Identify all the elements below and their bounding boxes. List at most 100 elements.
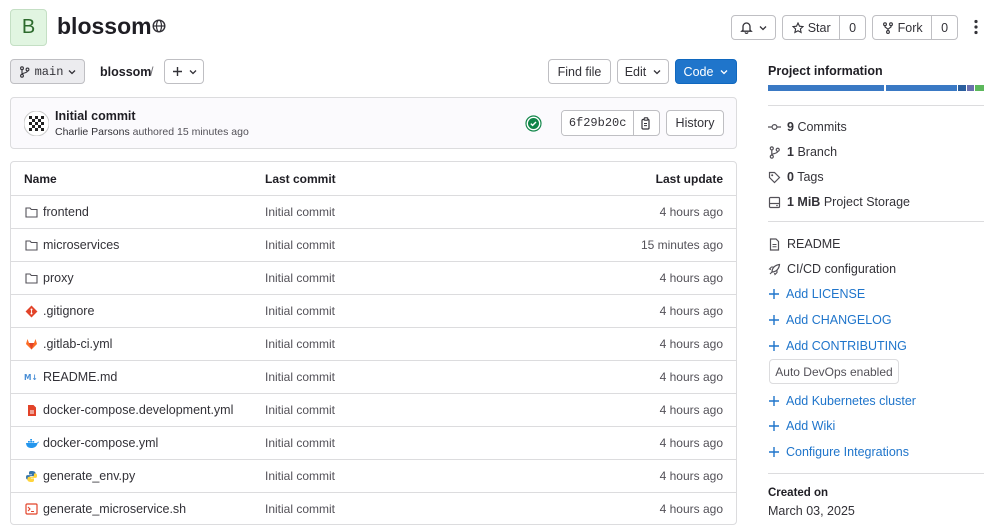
- file-last-commit[interactable]: Initial commit: [265, 436, 335, 450]
- edit-label: Edit: [624, 64, 647, 79]
- repository-languages-bar[interactable]: [768, 85, 984, 91]
- file-last-commit[interactable]: Initial commit: [265, 469, 335, 483]
- project-title[interactable]: blossom: [57, 13, 152, 40]
- star-button[interactable]: Star: [783, 16, 839, 39]
- chevron-down-icon: [68, 69, 76, 74]
- file-name[interactable]: .gitlab-ci.yml: [43, 337, 112, 351]
- more-actions-icon[interactable]: [973, 19, 979, 35]
- table-row[interactable]: generate_env.py Initial commit 4 hours ago: [11, 459, 736, 492]
- file-name-cell[interactable]: .gitlab-ci.yml: [24, 337, 112, 351]
- add-license-link[interactable]: Add LICENSE: [768, 287, 865, 301]
- add-contributing-link[interactable]: Add CONTRIBUTING: [768, 339, 907, 353]
- code-dropdown[interactable]: Code: [675, 59, 737, 84]
- storage-link[interactable]: 1 MiB Project Storage: [768, 195, 910, 209]
- add-changelog-link[interactable]: Add CHANGELOG: [768, 313, 892, 327]
- commit-author[interactable]: Charlie Parsons: [55, 126, 130, 138]
- file-name[interactable]: microservices: [43, 238, 119, 252]
- commit-icon: [768, 123, 781, 131]
- file-name-cell[interactable]: generate_env.py: [24, 469, 135, 483]
- readme-link[interactable]: README: [768, 237, 840, 251]
- folder-icon: [24, 239, 39, 251]
- file-last-update: 4 hours ago: [659, 337, 723, 351]
- file-last-commit[interactable]: Initial commit: [265, 403, 335, 417]
- file-last-commit[interactable]: Initial commit: [265, 238, 335, 252]
- add-wiki-link[interactable]: Add Wiki: [768, 419, 835, 433]
- branches-link[interactable]: 1 Branch: [768, 145, 837, 159]
- file-name[interactable]: proxy: [43, 271, 74, 285]
- file-name[interactable]: docker-compose.development.yml: [43, 403, 233, 417]
- file-last-commit[interactable]: Initial commit: [265, 205, 335, 219]
- copy-sha-button[interactable]: [633, 111, 659, 135]
- add-kubernetes-link[interactable]: Add Kubernetes cluster: [768, 394, 916, 408]
- edit-dropdown[interactable]: Edit: [617, 59, 669, 84]
- tags-label: Tags: [797, 170, 824, 184]
- chevron-down-icon: [189, 69, 196, 74]
- divider: [768, 473, 984, 474]
- project-avatar[interactable]: B: [10, 9, 47, 46]
- notification-button[interactable]: [731, 15, 776, 40]
- tags-link[interactable]: 0 Tags: [768, 170, 824, 184]
- table-row[interactable]: M↓ README.md Initial commit 4 hours ago: [11, 360, 736, 393]
- auto-devops-button[interactable]: Auto DevOps enabled: [769, 359, 899, 384]
- file-name-cell[interactable]: microservices: [24, 238, 119, 252]
- file-name-cell[interactable]: generate_microservice.sh: [24, 502, 186, 516]
- file-name-cell[interactable]: frontend: [24, 205, 89, 219]
- add-changelog-label: Add CHANGELOG: [786, 313, 892, 327]
- file-red-icon: [24, 404, 39, 417]
- add-file-dropdown[interactable]: [164, 59, 204, 84]
- file-name-cell[interactable]: docker-compose.yml: [24, 436, 158, 450]
- plus-icon: [769, 421, 779, 431]
- file-tree-table: Name Last commit Last update frontend Ini…: [10, 161, 737, 525]
- author-avatar[interactable]: [24, 111, 49, 136]
- commits-link[interactable]: 9 Commits: [768, 120, 847, 134]
- fork-button[interactable]: Fork: [873, 16, 931, 39]
- file-name[interactable]: .gitignore: [43, 304, 94, 318]
- folder-icon: [24, 206, 39, 218]
- commit-sha[interactable]: 6f29b20c: [562, 111, 634, 135]
- table-row[interactable]: .gitignore Initial commit 4 hours ago: [11, 294, 736, 327]
- history-button[interactable]: History: [666, 110, 724, 136]
- table-row[interactable]: docker-compose.development.yml Initial co…: [11, 393, 736, 426]
- file-name[interactable]: generate_env.py: [43, 469, 135, 483]
- configure-integrations-link[interactable]: Configure Integrations: [768, 445, 909, 459]
- file-name-cell[interactable]: docker-compose.development.yml: [24, 403, 233, 417]
- branches-label: Branch: [797, 145, 838, 159]
- breadcrumb[interactable]: blossom: [100, 65, 151, 79]
- file-last-commit[interactable]: Initial commit: [265, 304, 335, 318]
- branch-selector[interactable]: main: [10, 59, 85, 84]
- commit-title[interactable]: Initial commit: [55, 109, 136, 123]
- commit-authored-time: authored 15 minutes ago: [132, 126, 249, 138]
- chevron-down-icon: [720, 69, 728, 74]
- star-count[interactable]: 0: [839, 16, 865, 39]
- file-last-commit[interactable]: Initial commit: [265, 370, 335, 384]
- file-last-commit[interactable]: Initial commit: [265, 271, 335, 285]
- file-name[interactable]: generate_microservice.sh: [43, 502, 186, 516]
- file-name-cell[interactable]: proxy: [24, 271, 74, 285]
- plus-icon: [769, 341, 779, 351]
- file-name[interactable]: docker-compose.yml: [43, 436, 158, 450]
- table-row[interactable]: microservices Initial commit 15 minutes ag…: [11, 228, 736, 261]
- file-name[interactable]: frontend: [43, 205, 89, 219]
- table-row[interactable]: generate_microservice.sh Initial commit 4 …: [11, 492, 736, 524]
- star-icon: [791, 21, 804, 34]
- fork-count[interactable]: 0: [931, 16, 957, 39]
- file-name[interactable]: README.md: [43, 370, 117, 384]
- find-file-button[interactable]: Find file: [548, 59, 611, 84]
- cicd-config-link[interactable]: CI/CD configuration: [768, 262, 896, 276]
- pipeline-passed-icon[interactable]: [525, 115, 542, 132]
- branch-icon: [19, 65, 30, 78]
- file-name-cell[interactable]: .gitignore: [24, 304, 94, 318]
- readme-label: README: [787, 237, 841, 251]
- file-name-cell[interactable]: M↓ README.md: [24, 370, 117, 384]
- table-row[interactable]: frontend Initial commit 4 hours ago: [11, 195, 736, 228]
- table-row[interactable]: .gitlab-ci.yml Initial commit 4 hours ago: [11, 327, 736, 360]
- tag-icon: [768, 171, 781, 183]
- divider: [768, 105, 984, 106]
- add-contributing-label: Add CONTRIBUTING: [786, 339, 907, 353]
- file-last-commit[interactable]: Initial commit: [265, 337, 335, 351]
- file-last-update: 4 hours ago: [659, 271, 723, 285]
- bell-icon: [740, 22, 753, 34]
- table-row[interactable]: docker-compose.yml Initial commit 4 hours …: [11, 426, 736, 459]
- file-last-commit[interactable]: Initial commit: [265, 502, 335, 516]
- table-row[interactable]: proxy Initial commit 4 hours ago: [11, 261, 736, 294]
